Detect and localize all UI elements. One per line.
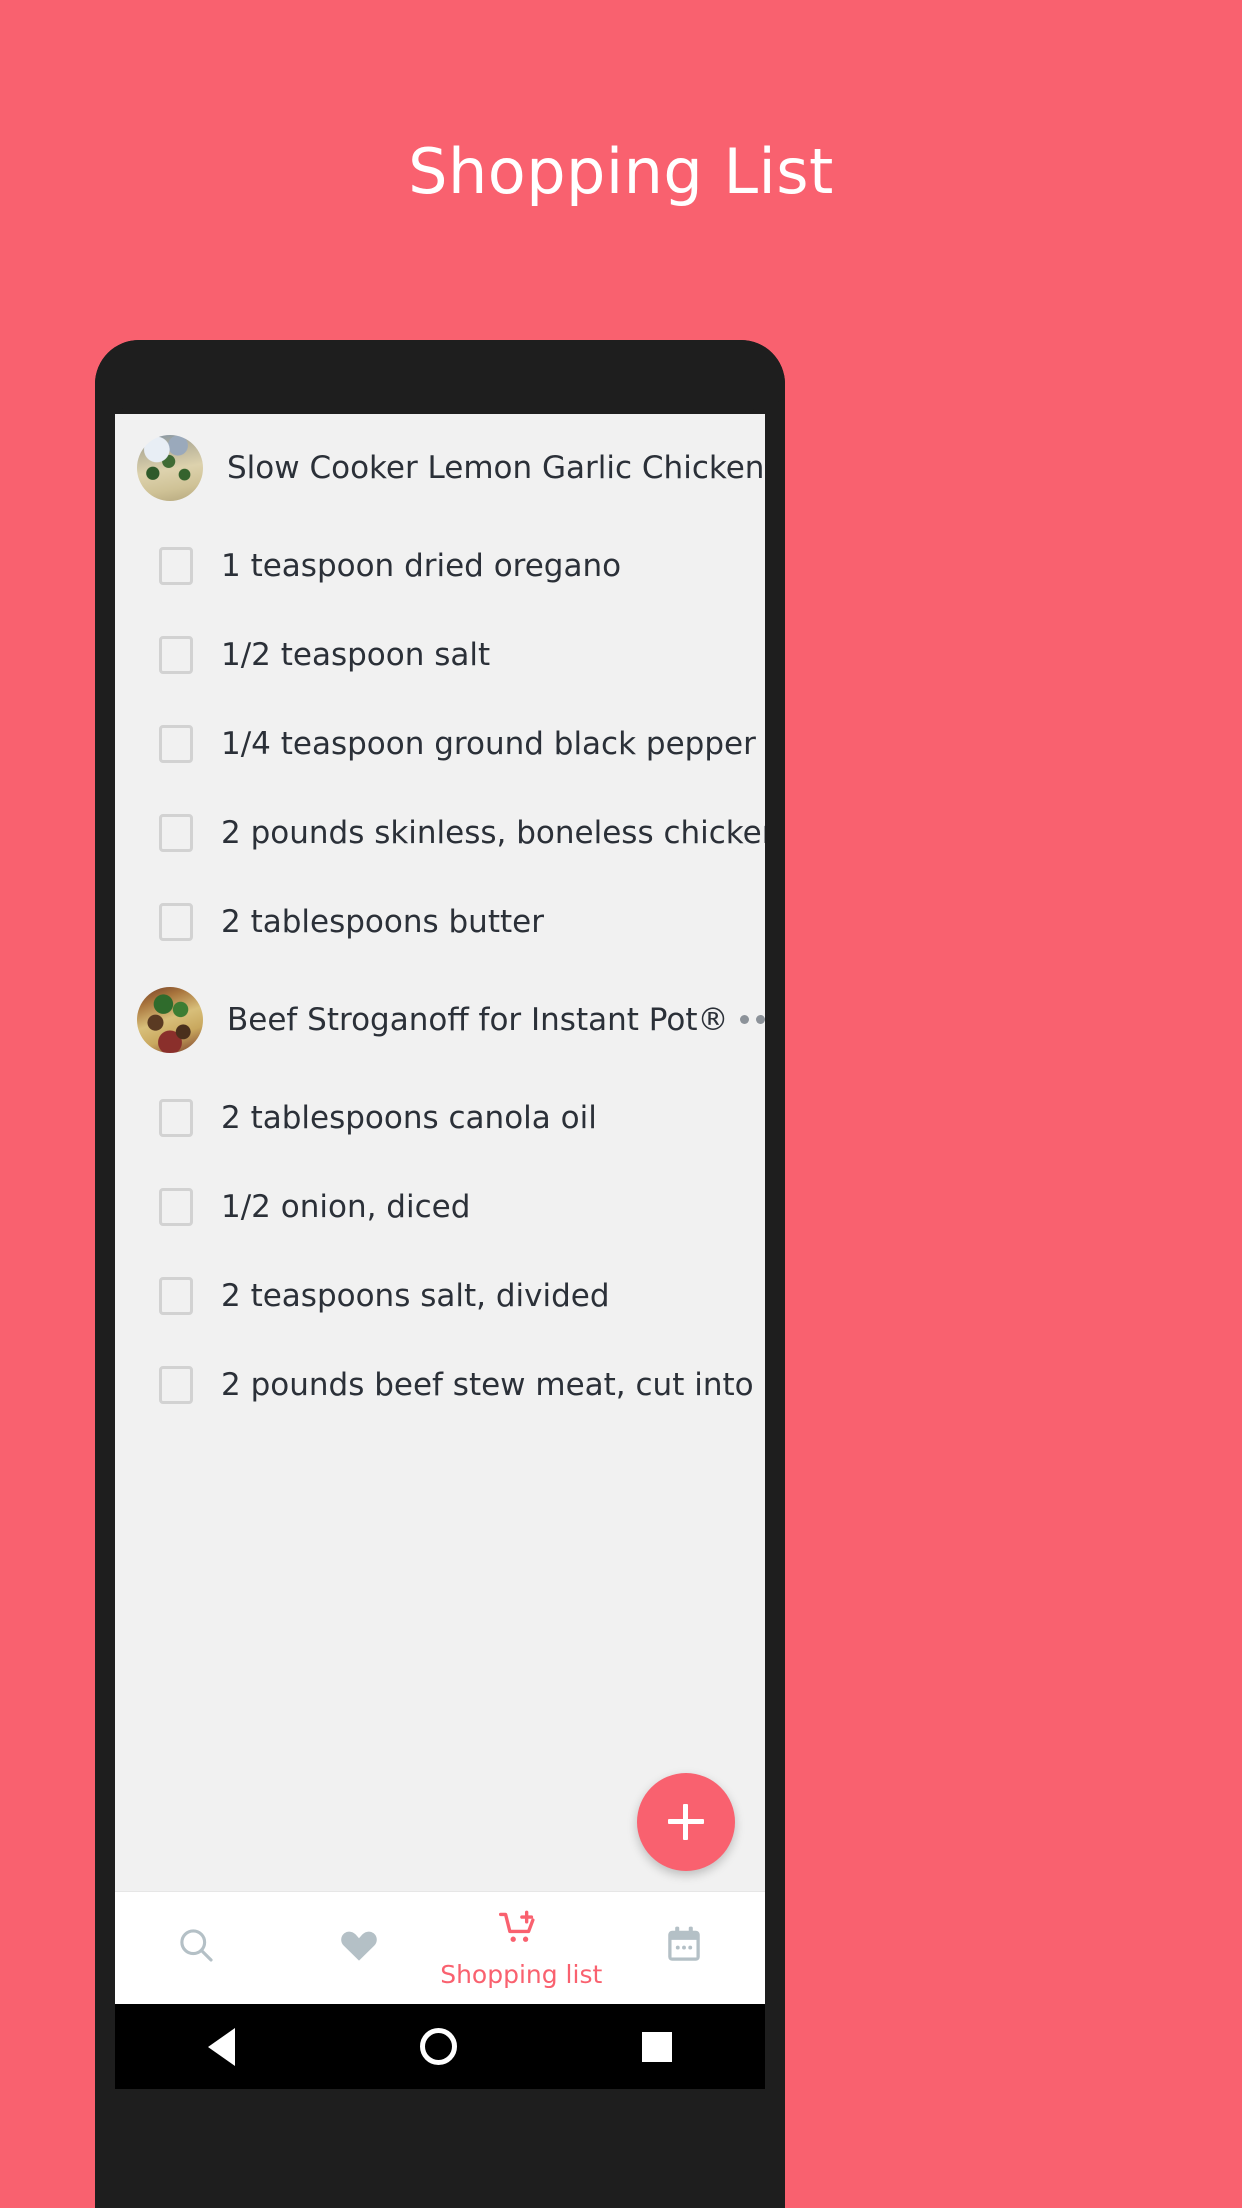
list-item[interactable]: 2 teaspoons salt, divided: [115, 1251, 765, 1340]
ingredient-checkbox[interactable]: [159, 635, 193, 674]
ingredient-label: 2 pounds beef stew meat, cut into 1-inch…: [221, 1366, 765, 1403]
ingredient-label: 2 teaspoons salt, divided: [221, 1277, 610, 1314]
nav-item-favorites[interactable]: [278, 1892, 441, 2005]
bottom-navigation-bar: Shopping list: [115, 1891, 765, 2004]
android-system-navigation-bar: [115, 2004, 765, 2089]
ingredient-checkbox[interactable]: [159, 1098, 193, 1137]
nav-item-calendar[interactable]: [603, 1892, 766, 2005]
add-item-fab[interactable]: [637, 1773, 735, 1871]
ingredient-checkbox[interactable]: [159, 1187, 193, 1226]
list-item[interactable]: 1/4 teaspoon ground black pepper: [115, 699, 765, 788]
list-item[interactable]: 1/2 onion, diced: [115, 1162, 765, 1251]
device-top-bezel: [95, 340, 785, 424]
recipe-group-header[interactable]: Slow Cooker Lemon Garlic Chicken II: [115, 414, 765, 521]
ingredient-label: 2 pounds skinless, boneless chicken brea…: [221, 814, 765, 851]
cart-plus-icon: [498, 1908, 544, 1956]
ingredient-label: 2 tablespoons butter: [221, 903, 544, 940]
ingredient-label: 2 tablespoons canola oil: [221, 1099, 597, 1136]
dot: [740, 1015, 750, 1024]
ingredient-label: 1/2 teaspoon salt: [221, 636, 491, 673]
list-item[interactable]: 2 pounds skinless, boneless chicken brea…: [115, 788, 765, 877]
home-circle-icon[interactable]: [419, 2028, 457, 2065]
ingredient-label: 1/4 teaspoon ground black pepper: [221, 725, 756, 762]
nav-label-shopping-list: Shopping list: [440, 1959, 603, 1989]
ingredient-checkbox[interactable]: [159, 1276, 193, 1315]
phone-screen: Slow Cooker Lemon Garlic Chicken II 1 te…: [115, 414, 765, 2089]
plus-icon: [668, 1804, 704, 1840]
recipe-title: Slow Cooker Lemon Garlic Chicken II: [227, 449, 765, 486]
ingredient-checkbox[interactable]: [159, 813, 193, 852]
page-title: Shopping List: [408, 135, 834, 208]
phone-device-frame: Slow Cooker Lemon Garlic Chicken II 1 te…: [95, 340, 785, 2208]
overflow-menu-icon[interactable]: [728, 1015, 765, 1024]
nav-item-shopping-list[interactable]: Shopping list: [440, 1892, 603, 2005]
ingredient-checkbox[interactable]: [159, 724, 193, 763]
ingredient-checkbox[interactable]: [159, 546, 193, 585]
shopping-list-container[interactable]: Slow Cooker Lemon Garlic Chicken II 1 te…: [115, 414, 765, 1414]
back-triangle-icon[interactable]: [207, 2027, 235, 2066]
ingredient-label: 1/2 onion, diced: [221, 1188, 471, 1225]
chicken-thumbnail: [137, 434, 203, 501]
nav-item-search[interactable]: [115, 1892, 278, 2005]
heart-icon: [337, 1923, 381, 1971]
list-item[interactable]: 2 pounds beef stew meat, cut into 1-inch…: [115, 1340, 765, 1429]
search-icon: [174, 1923, 218, 1971]
recipe-title: Beef Stroganoff for Instant Pot®: [227, 1001, 729, 1038]
recents-square-icon[interactable]: [642, 2031, 673, 2062]
ingredient-label: 1 teaspoon dried oregano: [221, 547, 622, 584]
list-item[interactable]: 1 teaspoon dried oregano: [115, 521, 765, 610]
recipe-group-header[interactable]: Beef Stroganoff for Instant Pot®: [115, 966, 765, 1073]
ingredient-checkbox[interactable]: [159, 902, 193, 941]
list-item[interactable]: 1/2 teaspoon salt: [115, 610, 765, 699]
list-item[interactable]: 2 tablespoons butter: [115, 877, 765, 966]
list-item[interactable]: 2 tablespoons canola oil: [115, 1073, 765, 1162]
dot: [756, 1015, 765, 1024]
beef-thumbnail: [137, 986, 203, 1053]
ingredient-checkbox[interactable]: [159, 1365, 193, 1404]
calendar-icon: [662, 1923, 706, 1971]
